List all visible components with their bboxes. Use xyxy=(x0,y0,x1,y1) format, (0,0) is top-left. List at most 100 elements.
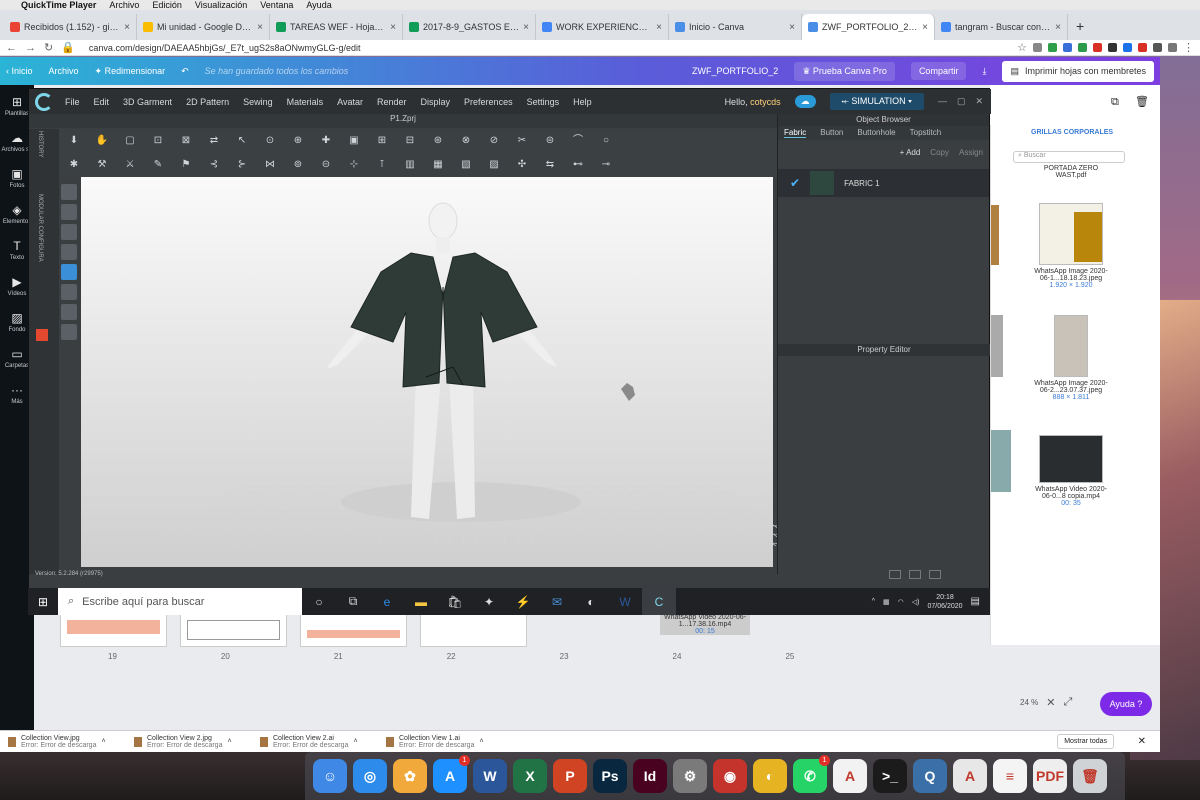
tool-icon[interactable]: ○ xyxy=(599,135,613,147)
object-browser-tab[interactable]: Buttonhole xyxy=(857,128,895,138)
dock-trash-icon[interactable]: 🗑 xyxy=(1073,759,1107,793)
canva-home-link[interactable]: ‹ Inicio xyxy=(6,66,33,76)
tool-icon[interactable]: ⌒ xyxy=(571,135,585,147)
tool-icon[interactable]: ▢ xyxy=(123,135,137,147)
tool-icon[interactable]: ⬇ xyxy=(67,135,81,147)
tool-icon[interactable]: ▨ xyxy=(487,159,501,171)
tool-icon[interactable]: ✱ xyxy=(67,159,81,171)
extension-icon[interactable] xyxy=(1108,43,1117,52)
dock-pdf-doc-icon[interactable]: A xyxy=(953,759,987,793)
page-thumbnail[interactable] xyxy=(420,613,527,647)
menubar-item[interactable]: Ayuda xyxy=(306,0,331,10)
object-browser-tab[interactable]: Fabric xyxy=(784,128,807,138)
tool-icon[interactable]: ⊝ xyxy=(319,159,333,171)
dock-word-icon[interactable]: W xyxy=(473,759,507,793)
download-item[interactable]: Collection View 2.ai Error: Error de desc… xyxy=(260,735,386,749)
app-menu-item[interactable]: Display xyxy=(421,97,451,107)
reload-icon[interactable]: ↻ xyxy=(44,41,53,54)
cortana-icon[interactable]: ○ xyxy=(302,588,336,615)
tool-icon[interactable]: ▦ xyxy=(431,159,445,171)
sidebar-item[interactable]: ··· Más xyxy=(11,383,23,405)
app-menu-item[interactable]: Avatar xyxy=(337,97,363,107)
back-arrow-icon[interactable]: ← xyxy=(6,42,17,54)
show-all-button[interactable]: Mostrar todas xyxy=(1057,734,1114,749)
menubar-app-name[interactable]: QuickTime Player xyxy=(21,0,96,10)
add-fabric-button[interactable]: + Add xyxy=(900,148,921,157)
close-icon[interactable]: ✕ xyxy=(975,96,983,107)
app-menu-item[interactable]: 2D Pattern xyxy=(186,97,229,107)
close-tab-icon[interactable]: × xyxy=(523,22,529,33)
mail-icon[interactable]: ✉ xyxy=(540,588,574,615)
tool-icon[interactable]: ⊘ xyxy=(487,135,501,147)
file-item[interactable]: WhatsApp Image 2020-06-2...23.07.37.jpeg… xyxy=(1031,315,1111,401)
tool-icon[interactable]: ⊚ xyxy=(291,159,305,171)
document-name[interactable]: ZWF_PORTFOLIO_2 xyxy=(692,66,778,76)
tool-icon[interactable]: ⊙ xyxy=(263,135,277,147)
copy-icon[interactable]: ⧉ xyxy=(1111,96,1119,109)
view-tool-icon[interactable] xyxy=(61,204,77,220)
store-icon[interactable]: 🛍 xyxy=(438,588,472,615)
extension-icon[interactable] xyxy=(1168,43,1177,52)
tool-icon[interactable]: ⊜ xyxy=(543,135,557,147)
bookmark-star-icon[interactable]: ☆ xyxy=(1017,41,1027,54)
close-tab-icon[interactable]: × xyxy=(656,22,662,33)
extension-icon[interactable] xyxy=(1093,43,1102,52)
tool-icon[interactable]: ✎ xyxy=(151,159,165,171)
assign-fabric-button[interactable]: Assign xyxy=(959,148,983,157)
word-icon[interactable]: W xyxy=(608,588,642,615)
browser-tab[interactable]: Mi unidad - Google Drive × xyxy=(137,14,270,40)
object-browser-tab[interactable]: Topstitch xyxy=(910,128,942,138)
app-menu-item[interactable]: Materials xyxy=(287,97,324,107)
close-tab-icon[interactable]: × xyxy=(124,22,130,33)
sidebar-item[interactable]: T Texto xyxy=(10,239,24,261)
dock-whatsapp-icon[interactable]: ✆ 1 xyxy=(793,755,830,793)
tool-icon[interactable]: ⊡ xyxy=(151,135,165,147)
close-tab-icon[interactable]: × xyxy=(257,22,263,33)
menubar-item[interactable]: Edición xyxy=(152,0,182,10)
tool-icon[interactable]: ⊰ xyxy=(207,159,221,171)
volume-icon[interactable]: ◁) xyxy=(912,598,920,606)
dock-appstore-icon[interactable]: A1 xyxy=(433,755,470,793)
tool-icon[interactable]: ⊟ xyxy=(403,135,417,147)
page-thumbnail[interactable] xyxy=(180,613,287,647)
extension-icon[interactable] xyxy=(1048,43,1057,52)
file-search-input[interactable]: ⌕ Buscar xyxy=(1013,151,1125,163)
browser-tab[interactable]: WORK EXPERIENCE FASHION× xyxy=(536,14,669,40)
tool-icon[interactable]: ⚔ xyxy=(123,159,137,171)
tool-icon[interactable]: ⊱ xyxy=(235,159,249,171)
chevron-up-icon[interactable]: ˄ xyxy=(101,738,105,745)
close-tab-icon[interactable]: × xyxy=(789,22,795,33)
chrome-icon[interactable]: ◐ xyxy=(574,588,608,615)
tool-icon[interactable]: ✂ xyxy=(515,135,529,147)
dock-acrobat-icon[interactable]: A xyxy=(833,759,867,793)
forward-arrow-icon[interactable]: → xyxy=(25,42,36,54)
dock-pdf-file-icon[interactable]: PDF xyxy=(1033,759,1067,793)
dock-chrome-icon[interactable]: ◐ xyxy=(753,759,787,793)
view-tool-icon[interactable] xyxy=(61,324,77,340)
trash-icon[interactable]: 🗑 xyxy=(1135,95,1149,108)
canva-pro-button[interactable]: ♛ Prueba Canva Pro xyxy=(794,61,895,81)
color-swatch[interactable] xyxy=(36,329,48,341)
file-menu-button[interactable]: Archivo xyxy=(49,66,79,76)
view-tool-icon[interactable] xyxy=(61,304,77,320)
dock-quicktime-icon[interactable]: Q xyxy=(913,759,947,793)
share-button[interactable]: Compartir xyxy=(910,62,967,80)
help-button[interactable]: Ayuda ? xyxy=(1100,692,1152,716)
browser-tab[interactable]: TAREAS WEF - Hojas de cálcul× xyxy=(270,14,403,40)
url-field[interactable]: canva.com/design/DAEAA5hbjGs/_E7t_ugS2s8… xyxy=(83,43,1009,53)
file-item[interactable]: PORTADA ZERO WAST.pdf xyxy=(1031,165,1111,179)
app-menu-item[interactable]: Help xyxy=(573,97,592,107)
tool-icon[interactable]: ⇆ xyxy=(543,159,557,171)
taskbar-search-input[interactable]: ⌕ Escribe aquí para buscar xyxy=(58,588,302,615)
cloud-icon[interactable]: ☁ xyxy=(794,95,816,108)
file-item[interactable]: WhatsApp Video 2020-06-0...8 copia.mp4 0… xyxy=(1031,435,1111,507)
tool-icon[interactable]: ⊹ xyxy=(347,159,361,171)
fabric-list-item[interactable]: ✔ FABRIC 1 xyxy=(778,169,989,197)
app-menu-item[interactable]: Edit xyxy=(94,97,110,107)
download-item[interactable]: Collection View.jpg Error: Error de desca… xyxy=(8,735,134,749)
clo3d-taskbar-icon[interactable]: C xyxy=(642,588,676,615)
dock-photobooth-icon[interactable]: ◉ xyxy=(713,759,747,793)
view-tool-icon[interactable] xyxy=(61,224,77,240)
tool-icon[interactable]: ▧ xyxy=(459,159,473,171)
close-icon[interactable]: ✕ xyxy=(1046,696,1055,709)
